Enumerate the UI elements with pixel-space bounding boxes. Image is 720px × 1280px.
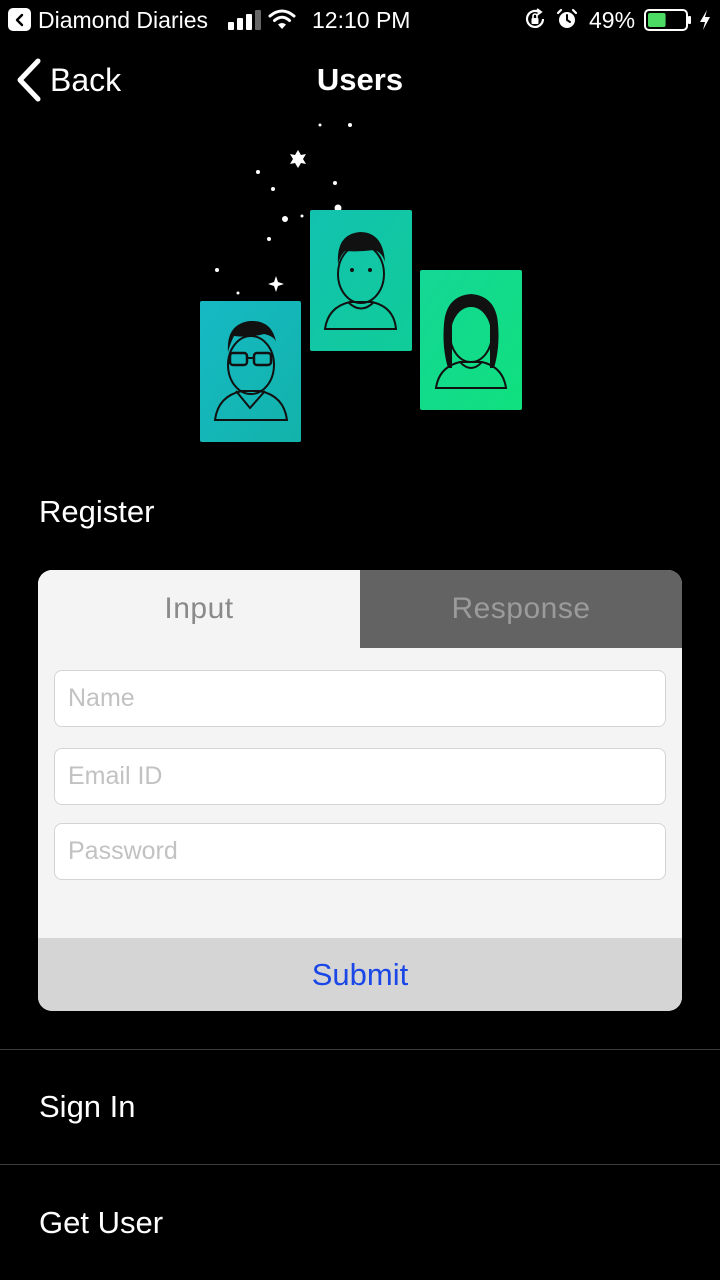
- status-bar: Diamond Diaries 12:10 PM 49%: [0, 0, 720, 40]
- tab-bar: Input Response: [38, 570, 682, 648]
- list-item-sign-in[interactable]: Sign In: [0, 1050, 720, 1164]
- password-field[interactable]: [54, 823, 666, 880]
- status-time: 12:10 PM: [312, 7, 411, 33]
- cellular-signal-icon: [228, 10, 261, 30]
- register-card: Input Response Submit: [38, 570, 682, 1011]
- back-to-app-icon[interactable]: [8, 8, 31, 31]
- battery-icon: [644, 9, 691, 31]
- register-section-title: Register: [39, 494, 155, 529]
- rotation-lock-icon: [525, 8, 545, 28]
- user-with-glasses-icon: [200, 301, 301, 442]
- submit-button[interactable]: Submit: [38, 938, 682, 1011]
- tab-input[interactable]: Input: [38, 570, 360, 648]
- email-field[interactable]: [54, 748, 666, 805]
- back-to-app-label[interactable]: Diamond Diaries: [38, 7, 208, 34]
- user-female-icon: [420, 270, 522, 410]
- page-title: Users: [316, 62, 404, 97]
- navigation-bar: Back Users: [0, 40, 720, 120]
- alarm-icon: [556, 8, 578, 28]
- wifi-icon: [268, 9, 296, 29]
- battery-percent: 49%: [589, 7, 636, 33]
- tab-response[interactable]: Response: [360, 570, 682, 648]
- user-male-icon: [310, 210, 412, 351]
- users-illustration: [200, 123, 522, 442]
- charging-bolt-icon: [700, 10, 710, 30]
- name-field[interactable]: [54, 670, 666, 727]
- list-item-get-user[interactable]: Get User: [0, 1165, 720, 1280]
